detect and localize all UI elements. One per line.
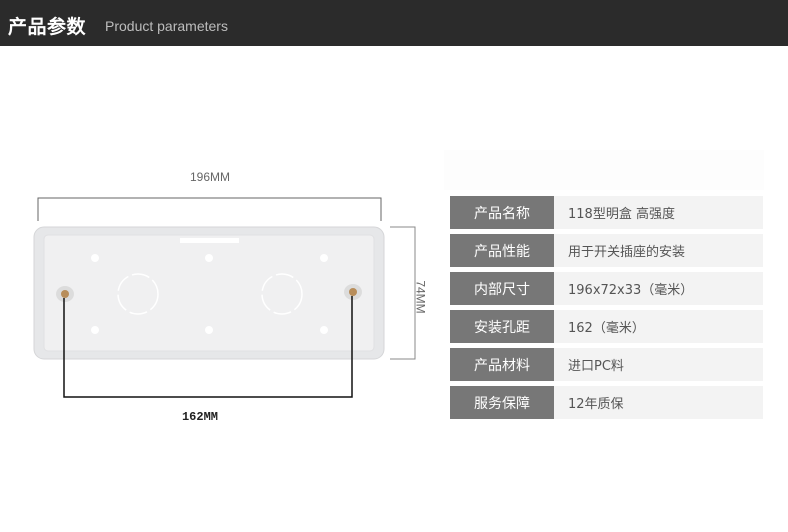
- param-row-name: 产品名称 118型明盒 高强度: [450, 196, 763, 229]
- param-key: 内部尺寸: [450, 272, 554, 305]
- param-value: 162（毫米）: [554, 310, 763, 343]
- param-key: 服务保障: [450, 386, 554, 419]
- param-key: 安装孔距: [450, 310, 554, 343]
- param-value: 118型明盒 高强度: [554, 196, 763, 229]
- param-value: 196x72x33（毫米）: [554, 272, 763, 305]
- param-row-material: 产品材料 进口PC料: [450, 348, 763, 381]
- param-key: 产品材料: [450, 348, 554, 381]
- table-header-spacer: [444, 150, 764, 190]
- params-table: 产品名称 118型明盒 高强度 产品性能 用于开关插座的安装 内部尺寸 196x72x…: [450, 196, 763, 424]
- param-key: 产品性能: [450, 234, 554, 267]
- hole-distance-label: 162MM: [181, 410, 218, 424]
- param-row-hole-distance: 安装孔距 162（毫米）: [450, 310, 763, 343]
- height-dimension-line: [390, 226, 416, 360]
- param-value: 用于开关插座的安装: [554, 234, 763, 267]
- param-value: 12年质保: [554, 386, 763, 419]
- outlet-box-image: [33, 226, 385, 360]
- height-label: 74MM: [413, 280, 428, 314]
- product-diagram: [33, 197, 416, 398]
- param-row-function: 产品性能 用于开关插座的安装: [450, 234, 763, 267]
- param-row-warranty: 服务保障 12年质保: [450, 386, 763, 419]
- param-value: 进口PC料: [554, 348, 763, 381]
- param-key: 产品名称: [450, 196, 554, 229]
- param-row-size: 内部尺寸 196x72x33（毫米）: [450, 272, 763, 305]
- width-dimension-line: [37, 197, 382, 221]
